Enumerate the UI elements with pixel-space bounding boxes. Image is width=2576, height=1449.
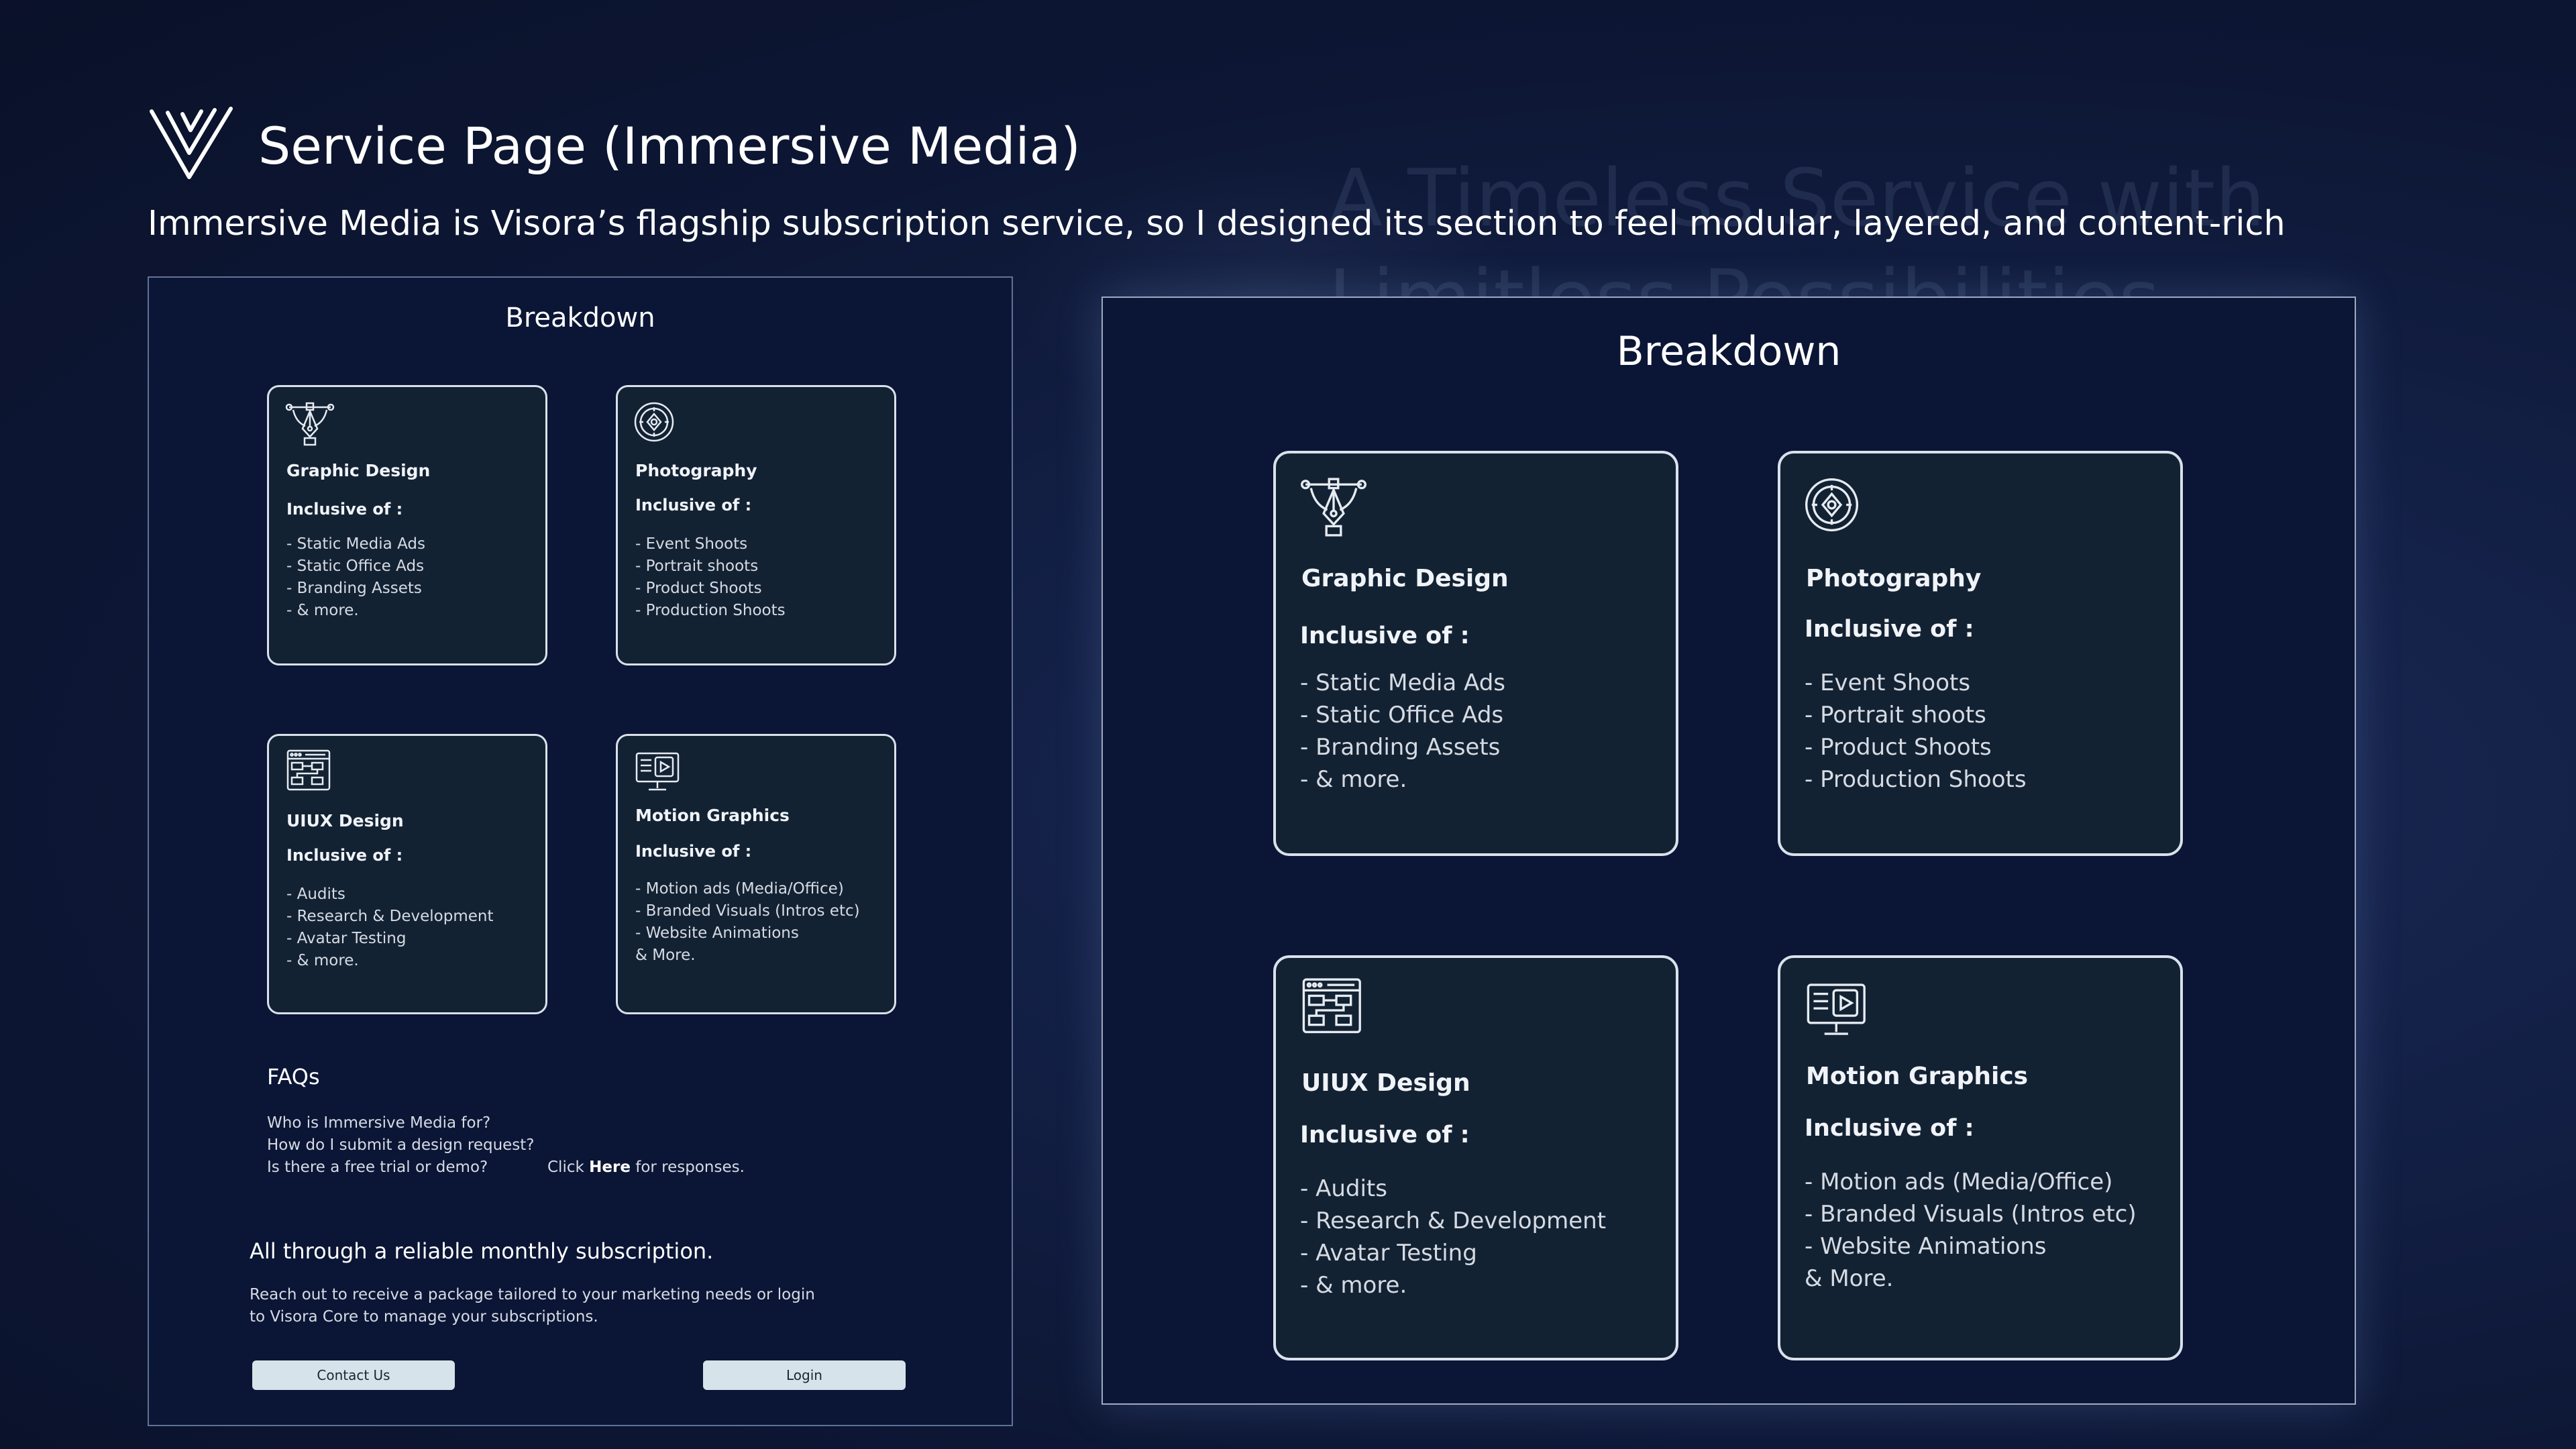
list-item: - Event Shoots	[1805, 669, 1971, 696]
card-title: Motion Graphics	[635, 806, 790, 825]
list-item: - Avatar Testing	[286, 930, 407, 947]
contact-us-button[interactable]: Contact Us	[252, 1360, 455, 1390]
list-item: - Motion ads (Media/Office)	[1805, 1169, 2113, 1195]
list-item: - & more.	[1300, 766, 1407, 793]
service-card-uiux-design[interactable]: UIUX Design Inclusive of : - Audits - Re…	[267, 734, 547, 1014]
inclusive-label: Inclusive of :	[1300, 623, 1470, 649]
card-item-list: - Static Media Ads - Static Office Ads -…	[1300, 667, 1505, 796]
monitor-play-icon	[1807, 983, 1866, 1035]
list-item: - Portrait shoots	[1805, 702, 1986, 729]
list-item: - Branding Assets	[1300, 734, 1501, 761]
service-card-motion-graphics[interactable]: Motion Graphics Inclusive of : - Motion …	[1778, 955, 2183, 1360]
faq-question[interactable]: Is there a free trial or demo?	[267, 1157, 535, 1179]
list-item: - Static Office Ads	[286, 557, 425, 575]
list-item: - Audits	[286, 885, 345, 903]
card-title: UIUX Design	[1301, 1069, 1470, 1097]
faq-question-list: Who is Immersive Media for? How do I sub…	[267, 1112, 535, 1179]
card-item-list: - Motion ads (Media/Office) - Branded Vi…	[635, 878, 860, 967]
list-item: - Research & Development	[1300, 1208, 1607, 1234]
list-item: - Portrait shoots	[635, 557, 759, 575]
list-item: - Avatar Testing	[1300, 1240, 1477, 1267]
inclusive-label: Inclusive of :	[635, 496, 752, 515]
card-title: Photography	[1806, 565, 1982, 592]
card-item-list: - Motion ads (Media/Office) - Branded Vi…	[1805, 1166, 2137, 1295]
list-item: - Static Office Ads	[1300, 702, 1504, 729]
list-item: - Branding Assets	[286, 580, 422, 597]
list-item: & More.	[635, 947, 696, 964]
list-item: - Motion ads (Media/Office)	[635, 880, 844, 898]
service-card-graphic-design[interactable]: Graphic Design Inclusive of : - Static M…	[1273, 451, 1678, 856]
card-item-list: - Event Shoots - Portrait shoots - Produ…	[1805, 667, 2027, 796]
list-item: - Research & Development	[286, 908, 494, 925]
inclusive-label: Inclusive of :	[286, 500, 403, 519]
card-item-list: - Event Shoots - Portrait shoots - Produ…	[635, 533, 786, 622]
inclusive-label: Inclusive of :	[1805, 616, 1974, 643]
service-card-photography[interactable]: Photography Inclusive of : - Event Shoot…	[616, 385, 896, 665]
pen-tool-icon	[1301, 478, 1366, 537]
list-item: - Branded Visuals (Intros etc)	[1805, 1201, 2137, 1228]
inclusive-label: Inclusive of :	[635, 842, 752, 861]
breakdown-title: Breakdown	[1616, 328, 1841, 375]
card-item-list: - Static Media Ads - Static Office Ads -…	[286, 533, 425, 622]
card-item-list: - Audits - Research & Development - Avat…	[1300, 1173, 1606, 1301]
camera-lens-icon	[1805, 478, 1859, 532]
service-card-motion-graphics[interactable]: Motion Graphics Inclusive of : - Motion …	[616, 734, 896, 1014]
list-item: - Product Shoots	[635, 580, 762, 597]
subscription-text: Reach out to receive a package tailored …	[250, 1286, 815, 1326]
breakdown-zoom-panel: Breakdown Graphic Design Inclusive of : …	[1102, 297, 2356, 1405]
list-item: - Product Shoots	[1805, 734, 1992, 761]
list-item: - Branded Visuals (Intros etc)	[635, 902, 860, 920]
page-title: Service Page (Immersive Media)	[258, 116, 1081, 176]
list-item: - Event Shoots	[635, 535, 748, 553]
monitor-play-icon	[635, 752, 680, 791]
card-title: Graphic Design	[1301, 565, 1509, 592]
faq-here-link[interactable]: Here	[589, 1159, 631, 1176]
list-item: - & more.	[286, 602, 359, 619]
list-item: - Static Media Ads	[286, 535, 425, 553]
faq-title: FAQs	[267, 1064, 320, 1089]
card-item-list: - Audits - Research & Development - Avat…	[286, 883, 494, 972]
list-item: - & more.	[1300, 1272, 1407, 1299]
card-title: Graphic Design	[286, 461, 431, 480]
list-item: - & more.	[286, 952, 359, 969]
list-item: - Website Animations	[635, 924, 799, 942]
faq-question[interactable]: Who is Immersive Media for?	[267, 1112, 535, 1134]
list-item: - Audits	[1300, 1175, 1387, 1202]
list-item: - Production Shoots	[1805, 766, 2027, 793]
card-title: Motion Graphics	[1806, 1063, 2029, 1090]
list-item: - Website Animations	[1805, 1233, 2047, 1260]
login-button[interactable]: Login	[703, 1360, 906, 1390]
inclusive-label: Inclusive of :	[1300, 1122, 1470, 1148]
page-subtitle: Immersive Media is Visora’s flagship sub…	[148, 204, 2286, 244]
faq-question[interactable]: How do I submit a design request?	[267, 1134, 535, 1157]
breakdown-title: Breakdown	[505, 303, 655, 333]
list-item: & More.	[1805, 1265, 1894, 1292]
card-title: Photography	[635, 461, 757, 480]
card-title: UIUX Design	[286, 811, 404, 830]
service-card-uiux-design[interactable]: UIUX Design Inclusive of : - Audits - Re…	[1273, 955, 1678, 1360]
inclusive-label: Inclusive of :	[286, 846, 403, 865]
service-card-graphic-design[interactable]: Graphic Design Inclusive of : - Static M…	[267, 385, 547, 665]
visora-v-logo-icon	[150, 107, 233, 179]
pen-tool-icon	[285, 402, 335, 446]
list-item: - Static Media Ads	[1300, 669, 1505, 696]
wireframe-icon	[1302, 978, 1361, 1034]
subscription-heading: All through a reliable monthly subscript…	[250, 1238, 714, 1264]
camera-lens-icon	[634, 402, 674, 442]
inclusive-label: Inclusive of :	[1805, 1115, 1974, 1142]
list-item: - Production Shoots	[635, 602, 786, 619]
page-mockup-panel: Breakdown Graphic Design Inclusive of : …	[148, 276, 1013, 1426]
service-card-photography[interactable]: Photography Inclusive of : - Event Shoot…	[1778, 451, 2183, 856]
faq-click-text: Click Here for responses.	[547, 1159, 745, 1176]
wireframe-icon	[286, 749, 331, 791]
